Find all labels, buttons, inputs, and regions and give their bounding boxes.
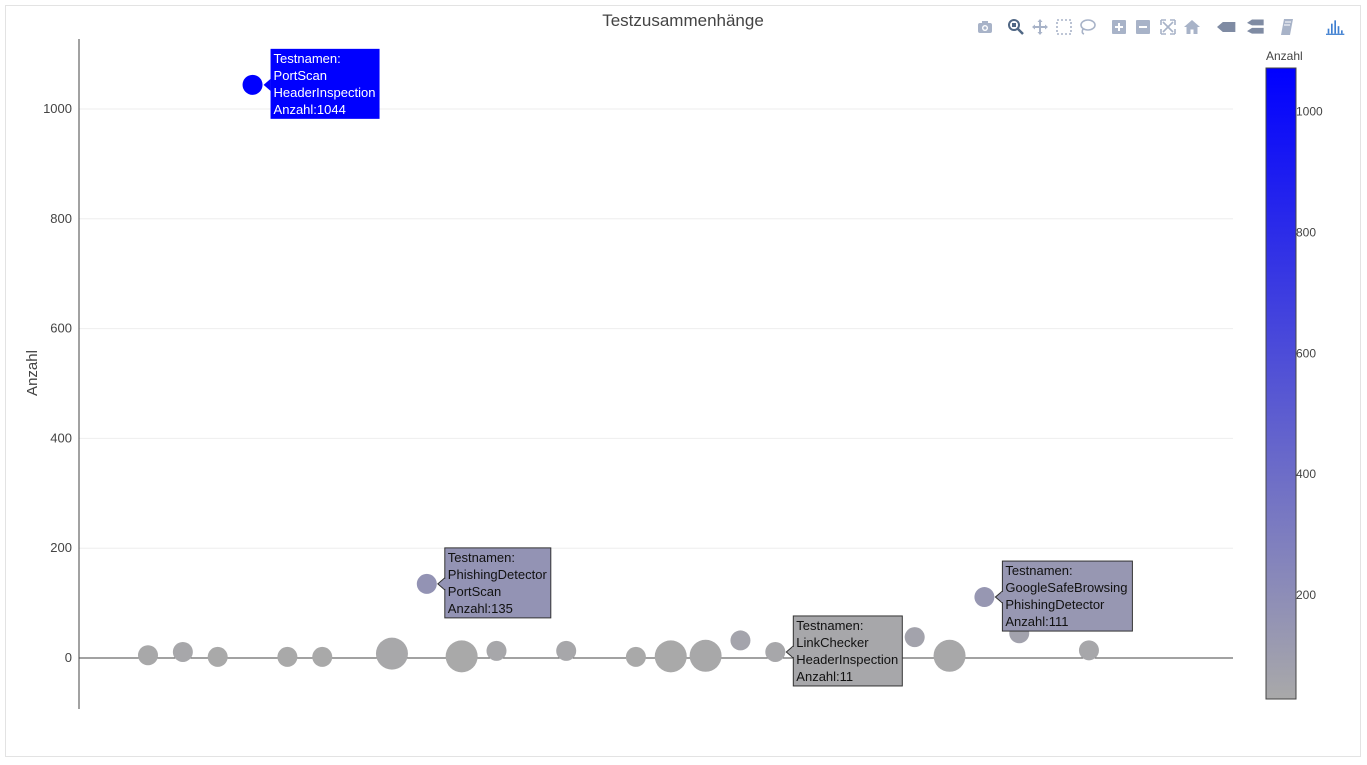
data-label-text: Testnamen: bbox=[448, 550, 515, 565]
y-tick-label: 1000 bbox=[43, 101, 72, 116]
data-point[interactable] bbox=[207, 646, 228, 667]
colorbar-tick-label: 800 bbox=[1296, 225, 1316, 239]
data-point[interactable] bbox=[730, 630, 751, 651]
data-point[interactable] bbox=[1078, 640, 1099, 661]
autoscale-icon[interactable] bbox=[1158, 17, 1178, 37]
zoom-out-icon[interactable] bbox=[1133, 17, 1153, 37]
y-tick-label: 800 bbox=[50, 211, 72, 226]
y-tick-label: 0 bbox=[65, 650, 72, 665]
data-label-pointer bbox=[437, 576, 446, 591]
data-label-pointer bbox=[263, 78, 271, 91]
data-label-text: Anzahl:11 bbox=[796, 669, 853, 684]
data-point[interactable] bbox=[242, 74, 263, 95]
lasso-select-icon[interactable] bbox=[1078, 17, 1098, 37]
data-point[interactable] bbox=[974, 587, 995, 608]
data-label-joint bbox=[443, 578, 446, 589]
y-tick-label: 400 bbox=[50, 430, 72, 445]
data-label-text: HeaderInspection bbox=[274, 85, 376, 100]
data-label-pointer bbox=[994, 589, 1003, 605]
data-point[interactable] bbox=[933, 639, 966, 672]
data-label-text: Anzahl:111 bbox=[1005, 614, 1068, 629]
data-label-text: Testnamen: bbox=[274, 51, 341, 66]
data-label: Testnamen: PhishingDetector PortScan Anzahl… bbox=[437, 547, 552, 619]
data-label-text: LinkChecker bbox=[796, 635, 869, 650]
data-point[interactable] bbox=[445, 640, 478, 673]
y-axis-label: Anzahl bbox=[24, 350, 41, 396]
data-point[interactable] bbox=[765, 641, 786, 662]
plotly-logo-icon[interactable] bbox=[1326, 17, 1350, 37]
data-point[interactable] bbox=[375, 637, 408, 670]
home-icon[interactable] bbox=[1182, 17, 1202, 37]
data-point[interactable] bbox=[172, 641, 193, 662]
data-label-text: Testnamen: bbox=[1005, 563, 1072, 578]
data-label-joint bbox=[1001, 592, 1004, 603]
y-tick-label: 200 bbox=[50, 540, 72, 555]
data-label: Testnamen: PortScan HeaderInspection Anzahl… bbox=[263, 48, 380, 119]
hover-compare-icon[interactable] bbox=[1247, 17, 1271, 37]
data-label-joint bbox=[792, 646, 795, 657]
spike-lines-icon[interactable] bbox=[1278, 17, 1298, 37]
pan-icon[interactable] bbox=[1030, 17, 1050, 37]
data-label-text: PortScan bbox=[448, 584, 501, 599]
data-point[interactable] bbox=[904, 627, 925, 648]
colorbar-tick-label: 400 bbox=[1296, 467, 1316, 481]
box-select-icon[interactable] bbox=[1054, 17, 1074, 37]
data-point[interactable] bbox=[625, 646, 646, 667]
data-point[interactable] bbox=[416, 573, 437, 594]
data-label-text: PhishingDetector bbox=[448, 567, 548, 582]
data-label: Testnamen: LinkChecker HeaderInspection Anz… bbox=[785, 615, 903, 687]
data-point[interactable] bbox=[486, 640, 507, 661]
camera-icon[interactable] bbox=[975, 17, 995, 37]
data-label-pointer bbox=[785, 644, 794, 660]
data-point[interactable] bbox=[277, 646, 298, 667]
data-label-text: PortScan bbox=[274, 68, 327, 83]
data-label-text: Anzahl:1044 bbox=[274, 102, 346, 117]
data-label-text: Anzahl:135 bbox=[448, 601, 513, 616]
scatter-chart[interactable]: 0 200 400 600 800 1000 Testzusammenhänge Anzahl… bbox=[0, 0, 1367, 765]
data-label-text: GoogleSafeBrowsing bbox=[1005, 580, 1127, 595]
colorbar-tick-label: 200 bbox=[1296, 588, 1316, 602]
data-label-text: HeaderInspection bbox=[796, 652, 898, 667]
chart-title: Testzusammenhänge bbox=[602, 11, 764, 30]
zoom-icon[interactable] bbox=[1006, 17, 1026, 37]
data-point[interactable] bbox=[138, 645, 158, 666]
colorbar[interactable] bbox=[1265, 67, 1297, 700]
data-label: Testnamen: GoogleSafeBrowsing PhishingDete… bbox=[994, 560, 1133, 632]
colorbar-tick-label: 600 bbox=[1296, 346, 1316, 360]
zoom-in-icon[interactable] bbox=[1109, 17, 1129, 37]
hover-closest-icon[interactable] bbox=[1217, 17, 1241, 37]
colorbar-tick-label: 1000 bbox=[1296, 105, 1323, 119]
data-point[interactable] bbox=[312, 646, 333, 667]
colorbar-title: Anzahl bbox=[1266, 49, 1303, 63]
data-point[interactable] bbox=[654, 640, 687, 673]
data-point[interactable] bbox=[556, 640, 577, 661]
data-label-text: Testnamen: bbox=[796, 618, 863, 633]
y-tick-label: 600 bbox=[50, 321, 72, 336]
data-label-text: PhishingDetector bbox=[1005, 597, 1105, 612]
data-point[interactable] bbox=[689, 639, 722, 672]
